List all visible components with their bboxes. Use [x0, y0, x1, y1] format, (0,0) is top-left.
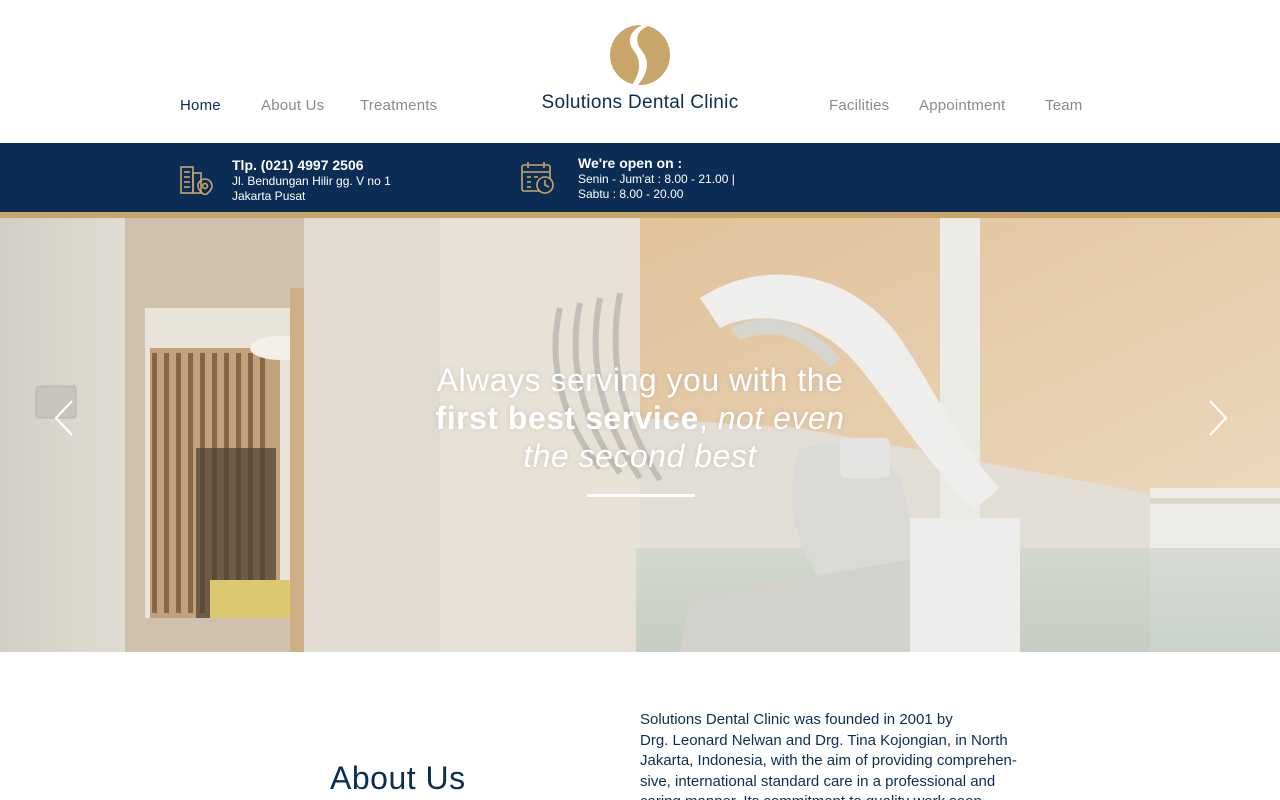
about-line: sive, international standard care in a p…	[640, 772, 996, 790]
chevron-right-icon[interactable]	[1202, 398, 1232, 438]
hero-line-2: first best service, not even	[380, 399, 900, 437]
building-location-icon	[180, 166, 213, 195]
about-line: caring manner. Its commitment to quality…	[640, 792, 1110, 800]
about-us-text: Solutions Dental Clinic was founded in 2…	[640, 710, 1110, 800]
calendar-clock-icon	[521, 162, 554, 194]
phone-number[interactable]: Tlp. (021) 4997 2506	[232, 157, 391, 174]
hero-slider: Always serving you with the first best s…	[0, 218, 1280, 652]
hero-italic-1: not even	[717, 400, 845, 436]
chevron-left-icon[interactable]	[50, 398, 80, 438]
address-line-1: Jl. Bendungan Hilir gg. V no 1	[232, 174, 391, 188]
nav-about-us[interactable]: About Us	[261, 97, 324, 114]
opening-hours-saturday: Sabtu : 8.00 - 20.00	[578, 186, 684, 201]
site-header: Home About Us Treatments Solutions Denta…	[0, 0, 1280, 143]
nav-team[interactable]: Team	[1045, 97, 1082, 114]
hero-bold-text: first best service	[435, 400, 699, 436]
address-line-2: Jakarta Pusat	[232, 188, 306, 203]
hero-line-1: Always serving you with the	[436, 362, 844, 398]
nav-home[interactable]: Home	[180, 97, 221, 114]
hero-underline	[587, 494, 695, 497]
contact-info-bar: Tlp. (021) 4997 2506 Jl. Bendungan Hilir…	[0, 143, 1280, 212]
hero-headline: Always serving you with the first best s…	[380, 361, 900, 475]
about-line: Solutions Dental Clinic was founded in 2…	[640, 711, 953, 728]
opening-hours-block: We're open on : Senin - Jum'at : 8.00 - …	[578, 155, 735, 201]
opening-hours-weekdays: Senin - Jum'at : 8.00 - 21.00 |	[578, 172, 735, 186]
s-swirl-logo-icon[interactable]	[608, 25, 672, 85]
about-line: Jakarta, Indonesia, with the aim of prov…	[640, 752, 1017, 769]
hero-line-3: the second best	[523, 438, 757, 474]
nav-appointment[interactable]: Appointment	[919, 97, 1005, 114]
nav-facilities[interactable]: Facilities	[829, 97, 889, 114]
opening-hours-heading: We're open on :	[578, 155, 683, 171]
about-us-title: About Us	[330, 760, 466, 796]
contact-block: Tlp. (021) 4997 2506 Jl. Bendungan Hilir…	[232, 157, 391, 203]
hero-comma: ,	[698, 400, 709, 436]
nav-treatments[interactable]: Treatments	[360, 97, 437, 114]
brand-name[interactable]: Solutions Dental Clinic	[490, 92, 790, 114]
about-line: Drg. Leonard Nelwan and Drg. Tina Kojong…	[640, 731, 1008, 749]
